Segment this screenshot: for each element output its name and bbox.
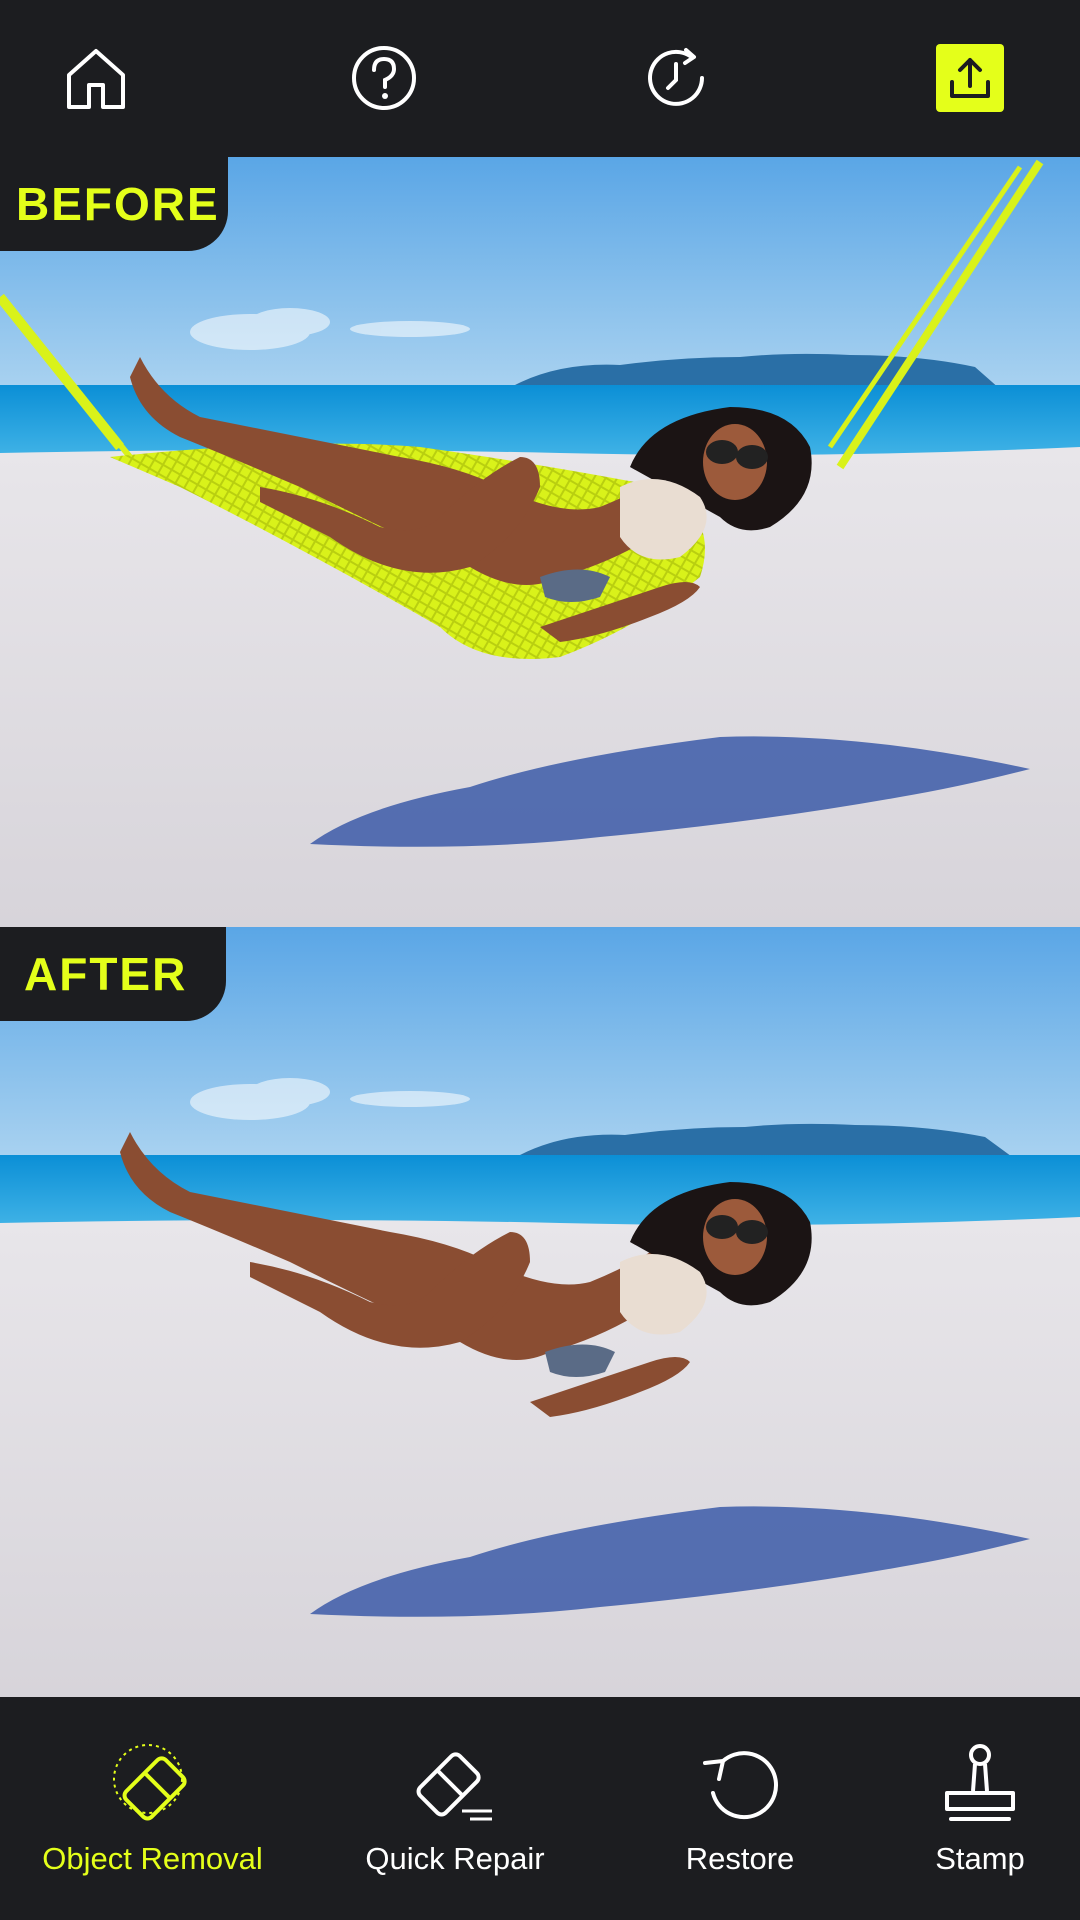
after-label: AFTER bbox=[0, 927, 226, 1021]
stamp-icon bbox=[935, 1739, 1025, 1829]
tool-label: Stamp bbox=[935, 1841, 1025, 1876]
history-button[interactable] bbox=[638, 38, 718, 118]
help-button[interactable] bbox=[344, 38, 424, 118]
after-photo[interactable]: AFTER bbox=[0, 927, 1080, 1697]
upload-share-icon bbox=[950, 58, 990, 98]
tool-stamp[interactable]: Stamp bbox=[910, 1739, 1050, 1889]
before-beach-image bbox=[0, 157, 1080, 927]
before-photo[interactable]: BEFORE bbox=[0, 157, 1080, 927]
tool-object-removal[interactable]: Object Removal bbox=[30, 1739, 275, 1889]
home-icon bbox=[67, 49, 125, 109]
tool-label: Quick Repair bbox=[365, 1841, 545, 1876]
export-button[interactable] bbox=[936, 44, 1004, 112]
history-clock-icon bbox=[648, 48, 704, 106]
restore-arrow-icon bbox=[695, 1739, 785, 1829]
home-button[interactable] bbox=[56, 38, 136, 118]
top-toolbar bbox=[0, 0, 1080, 157]
tool-label: Object Removal bbox=[42, 1841, 263, 1876]
tool-quick-repair[interactable]: Quick Repair bbox=[350, 1739, 560, 1889]
bottom-toolbar: Object Removal Quick Repair Restore Stam… bbox=[0, 1697, 1080, 1920]
tool-restore[interactable]: Restore bbox=[660, 1739, 820, 1889]
tool-label: Restore bbox=[685, 1841, 795, 1876]
eraser-select-icon bbox=[108, 1739, 198, 1829]
eraser-icon bbox=[410, 1739, 500, 1829]
before-label: BEFORE bbox=[0, 157, 228, 251]
question-circle-icon bbox=[352, 46, 416, 110]
after-beach-image bbox=[0, 927, 1080, 1697]
